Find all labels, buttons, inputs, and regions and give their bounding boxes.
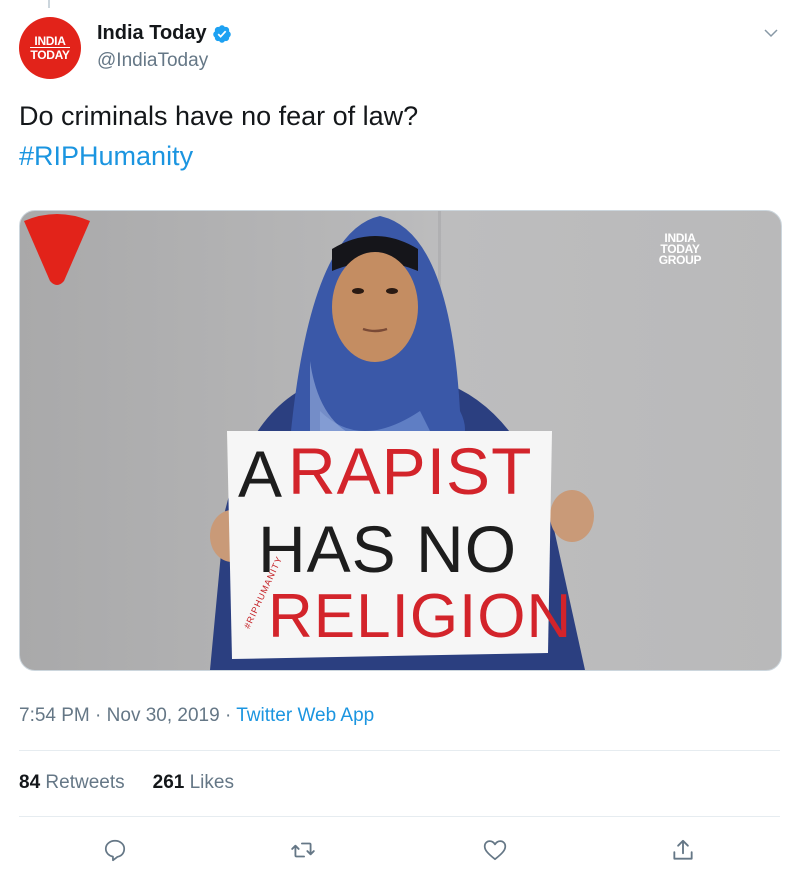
placard-line2: HAS NO <box>258 512 518 586</box>
verified-badge-icon <box>212 24 231 43</box>
retweets-label: Retweets <box>45 772 125 793</box>
india-today-watermark-icon <box>24 214 90 285</box>
meta-separator: · <box>224 705 232 726</box>
tweet-date[interactable]: Nov 30, 2019 <box>107 705 220 726</box>
watermark-text: INDIA TODAY GROUP <box>652 232 708 267</box>
avatar[interactable]: INDIA TODAY <box>19 17 81 79</box>
author-name[interactable]: India Today <box>97 22 232 45</box>
reply-button[interactable] <box>100 835 130 865</box>
tweet-body: Do criminals have no fear of law? <box>19 101 419 131</box>
watermark-line: GROUP <box>658 253 702 267</box>
tweet-stats: 84 Retweets 261 Likes <box>19 772 234 794</box>
retweet-icon <box>291 842 315 858</box>
meta-separator: · <box>95 705 102 726</box>
author-name-label: India Today <box>97 22 207 44</box>
retweets-stat[interactable]: 84 Retweets <box>19 772 125 794</box>
likes-stat[interactable]: 261 Likes <box>153 772 234 794</box>
placard-line3: RELIGION <box>268 582 573 651</box>
chevron-down-icon[interactable] <box>762 24 780 42</box>
tweet-photo[interactable]: A RAPIST HAS NO RELIGION #RIPHUMANITY IN… <box>19 210 782 671</box>
hashtag-link[interactable]: #RIPHumanity <box>19 136 418 176</box>
thread-line <box>48 0 50 8</box>
divider <box>19 816 780 817</box>
reply-icon <box>104 839 126 862</box>
share-button[interactable] <box>668 835 698 865</box>
placard-line1-a: A <box>238 437 284 511</box>
likes-label: Likes <box>189 772 234 793</box>
tweet-time[interactable]: 7:54 PM <box>19 705 90 726</box>
placard-line1-rapist: RAPIST <box>288 434 533 508</box>
avatar-logo-line: TODAY <box>30 47 70 62</box>
author-handle[interactable]: @IndiaToday <box>97 50 208 72</box>
like-button[interactable] <box>480 835 510 865</box>
divider <box>19 750 780 751</box>
heart-icon <box>483 840 507 861</box>
retweets-count: 84 <box>19 772 41 793</box>
share-icon <box>673 839 693 860</box>
tweet-source-link[interactable]: Twitter Web App <box>236 705 374 726</box>
tweet-timestamp: 7:54 PM · Nov 30, 2019 · Twitter Web App <box>19 705 374 727</box>
avatar-logo-line: INDIA <box>34 34 66 48</box>
retweet-button[interactable] <box>288 835 318 865</box>
tweet-text: Do criminals have no fear of law? #RIPHu… <box>19 96 418 176</box>
likes-count: 261 <box>152 772 185 793</box>
